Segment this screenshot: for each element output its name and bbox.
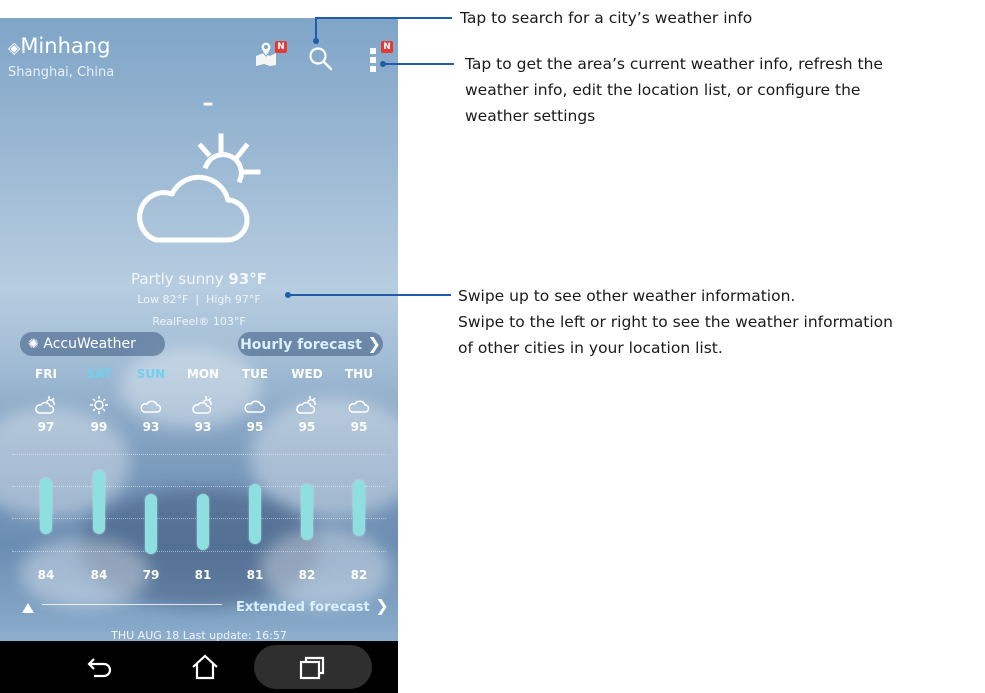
chevron-right-icon: ❯ xyxy=(361,334,381,353)
realfeel-temp: RealFeel® 103°F xyxy=(152,315,246,328)
divider xyxy=(42,604,222,605)
partly-sunny-icon xyxy=(295,395,319,419)
hourly-forecast-button[interactable]: Hourly forecast ❯ xyxy=(238,332,383,356)
accuweather-logo[interactable]: ✺ AccuWeather xyxy=(20,332,165,356)
location-city[interactable]: ◈Minhang xyxy=(8,34,110,58)
forecast-high-temp: 93 xyxy=(194,420,212,434)
navigation-bar xyxy=(0,641,398,693)
menu-icon[interactable] xyxy=(370,46,378,74)
forecast-high-temp: 93 xyxy=(142,420,160,434)
weather-app-screen: ◈Minhang Shanghai, China N N – Partly su… xyxy=(0,18,398,693)
forecast-low-temp: 81 xyxy=(246,568,264,582)
forecast-low-temp: 82 xyxy=(350,568,368,582)
forecast-high-temp: 99 xyxy=(90,420,108,434)
forecast-low-temp: 81 xyxy=(194,568,212,582)
forecast-day-label: MON xyxy=(186,367,220,381)
forecast-day-label: WED xyxy=(291,367,323,381)
map-badge: N xyxy=(275,41,287,53)
temperature-range-bar xyxy=(249,484,261,544)
callout-line xyxy=(288,294,451,296)
home-icon[interactable] xyxy=(190,653,220,681)
callout-line xyxy=(383,63,454,65)
cloudy-icon xyxy=(347,395,371,419)
forecast-high-temp: 95 xyxy=(350,420,368,434)
location-region: Shanghai, China xyxy=(8,65,115,80)
sunny-icon xyxy=(87,395,111,419)
temperature-range-bar xyxy=(93,470,105,534)
grid-line xyxy=(12,551,386,552)
sun-logo-icon: ✺ xyxy=(28,337,39,352)
forecast-low-temp: 84 xyxy=(37,568,55,582)
temperature-range-bar xyxy=(353,480,365,536)
forecast-low-temp: 79 xyxy=(142,568,160,582)
forecast-day-label: TUE xyxy=(241,367,269,381)
annotation-swipe: Swipe up to see other weather informatio… xyxy=(458,287,893,357)
annotation-search: Tap to search for a city’s weather info xyxy=(460,9,753,27)
back-icon[interactable] xyxy=(86,655,114,679)
temperature-range-bar xyxy=(301,484,313,540)
forecast-day-label: SUN xyxy=(136,367,166,381)
grid-line xyxy=(12,486,386,487)
location-pin-icon: ◈ xyxy=(8,38,21,57)
recent-apps-icon[interactable] xyxy=(298,655,326,681)
partly-sunny-icon xyxy=(191,395,215,419)
temp-unit-dash: – xyxy=(202,91,214,116)
callout-line xyxy=(315,17,317,41)
extended-forecast-button[interactable]: Extended forecast ❯ xyxy=(236,596,389,615)
forecast-low-temp: 84 xyxy=(90,568,108,582)
current-condition: Partly sunny 93°F xyxy=(130,270,268,288)
forecast-high-temp: 95 xyxy=(298,420,316,434)
triangle-up-icon[interactable] xyxy=(21,599,35,613)
search-icon[interactable] xyxy=(308,46,334,72)
temperature-range-bar xyxy=(145,494,157,554)
callout-line xyxy=(315,17,452,19)
forecast-high-temp: 97 xyxy=(37,420,55,434)
temperature-range-bar xyxy=(197,494,209,550)
temperature-range-bar xyxy=(40,478,52,534)
forecast-day-label: FRI xyxy=(35,367,57,381)
chevron-right-icon: ❯ xyxy=(369,596,389,615)
forecast-day-label: THU xyxy=(345,367,373,381)
forecast-high-temp: 95 xyxy=(246,420,264,434)
forecast-day-label: SAT xyxy=(86,367,112,381)
menu-badge: N xyxy=(381,41,393,53)
partly-sunny-icon xyxy=(126,128,276,258)
annotation-menu: Tap to get the area’s current weather in… xyxy=(465,55,883,125)
cloudy-icon xyxy=(243,395,267,419)
cloudy-icon xyxy=(139,395,163,419)
partly-sunny-icon xyxy=(34,395,58,419)
grid-line xyxy=(12,454,386,455)
forecast-low-temp: 82 xyxy=(298,568,316,582)
